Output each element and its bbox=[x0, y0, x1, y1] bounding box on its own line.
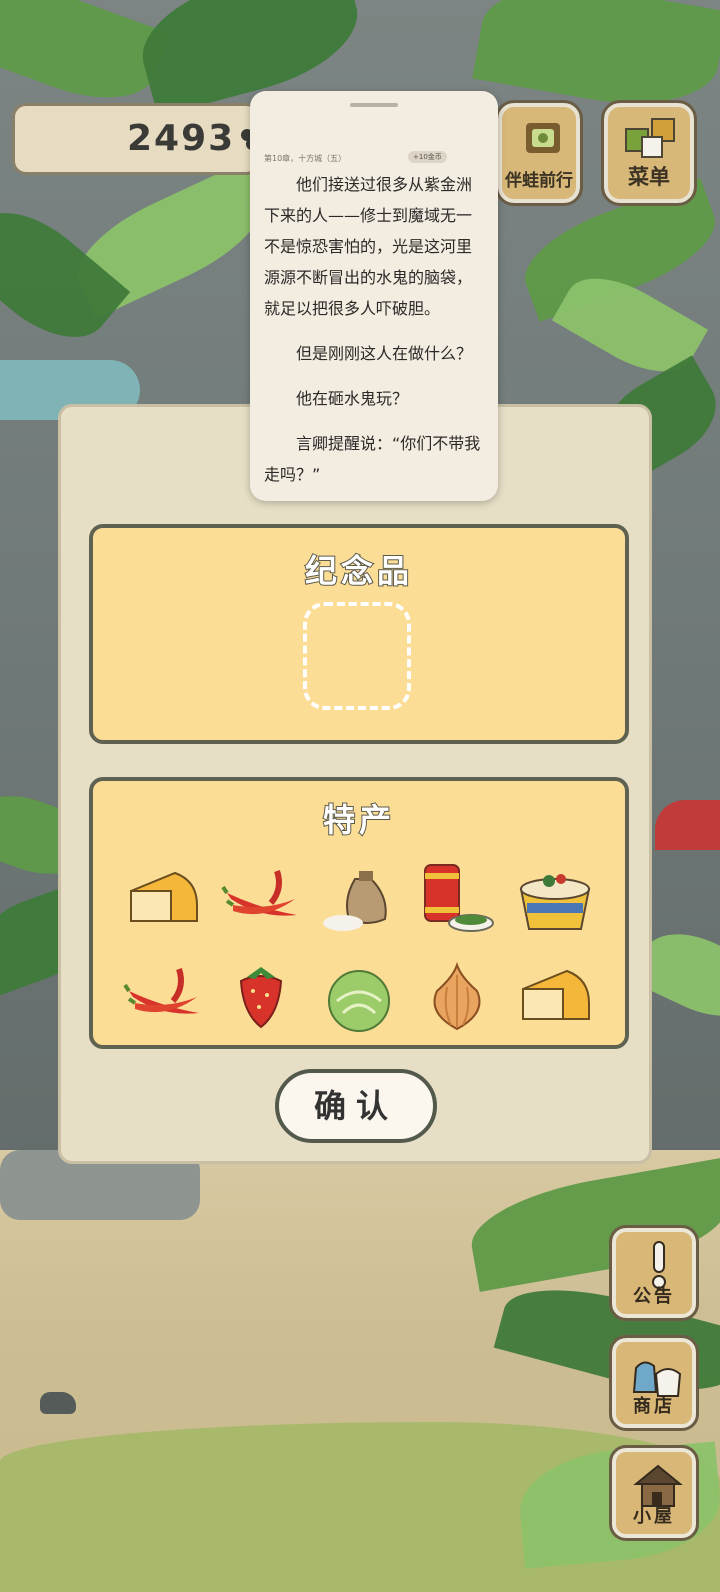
rice-sack-icon[interactable] bbox=[319, 859, 399, 939]
shop-button[interactable]: 商店 bbox=[609, 1335, 699, 1431]
onion-icon[interactable] bbox=[417, 957, 497, 1037]
clover-counter[interactable]: 2493 bbox=[12, 103, 263, 175]
travel-icon bbox=[526, 123, 560, 153]
notice-label: 公告 bbox=[633, 1286, 675, 1307]
tea-can-icon[interactable] bbox=[417, 859, 497, 939]
noodle-bowl-icon[interactable] bbox=[515, 859, 595, 939]
menu-button[interactable]: 菜单 bbox=[601, 100, 697, 206]
story-text: 他们接送过很多从紫金洲下来的人——修士到魔域无一不是惊恐害怕的，光是这河里源源不… bbox=[264, 169, 486, 501]
chapter-nav[interactable]: 第10章，十方城（五） bbox=[264, 153, 346, 164]
cheese-icon[interactable] bbox=[515, 957, 595, 1037]
travel-label: 伴蛙前行 bbox=[505, 171, 573, 191]
souvenir-box: 纪念品 bbox=[89, 524, 629, 744]
souvenir-title: 纪念品 bbox=[304, 551, 413, 591]
confirm-button[interactable]: 确认 bbox=[275, 1069, 437, 1143]
paragraph: 言卿提醒说：“你们不带我走吗？” bbox=[264, 434, 481, 484]
travel-with-frog-button[interactable]: 伴蛙前行 bbox=[495, 100, 583, 206]
house-label: 小屋 bbox=[633, 1506, 675, 1527]
cabbage-icon[interactable] bbox=[319, 957, 399, 1037]
souvenir-slot-empty[interactable] bbox=[303, 602, 411, 710]
souvenir-dialog: 纪念品 特产 确认 bbox=[58, 404, 652, 1164]
specialty-box: 特产 bbox=[89, 777, 629, 1049]
shop-label: 商店 bbox=[633, 1396, 675, 1417]
house-button[interactable]: 小屋 bbox=[609, 1445, 699, 1541]
mailbox bbox=[655, 800, 720, 850]
menu-icon bbox=[625, 118, 675, 158]
strawberry-icon[interactable] bbox=[221, 957, 301, 1037]
notice-button[interactable]: 公告 bbox=[609, 1225, 699, 1321]
clover-count: 2493 bbox=[127, 118, 236, 159]
drag-handle[interactable] bbox=[350, 103, 398, 107]
red-pepper-icon[interactable] bbox=[221, 859, 301, 939]
rock bbox=[40, 1392, 76, 1414]
paragraph: 他们接送过很多从紫金洲下来的人——修士到魔域无一不是惊恐害怕的，光是这河里源源不… bbox=[264, 175, 473, 318]
red-pepper-icon[interactable] bbox=[123, 957, 203, 1037]
paragraph: 他在砸水鬼玩？ bbox=[296, 389, 409, 408]
chapter-title: 第10章，十方城（五） bbox=[264, 154, 347, 163]
paragraph: 但是刚刚这人在做什么？ bbox=[296, 344, 473, 363]
reading-overlay[interactable]: 第10章，十方城（五） +10金币 他们接送过很多从紫金洲下来的人——修士到魔域… bbox=[250, 91, 498, 501]
menu-label: 菜单 bbox=[628, 165, 670, 189]
coin-reward-badge: +10金币 bbox=[408, 151, 447, 163]
cheese-icon[interactable] bbox=[123, 859, 203, 939]
specialty-title: 特产 bbox=[322, 800, 395, 840]
